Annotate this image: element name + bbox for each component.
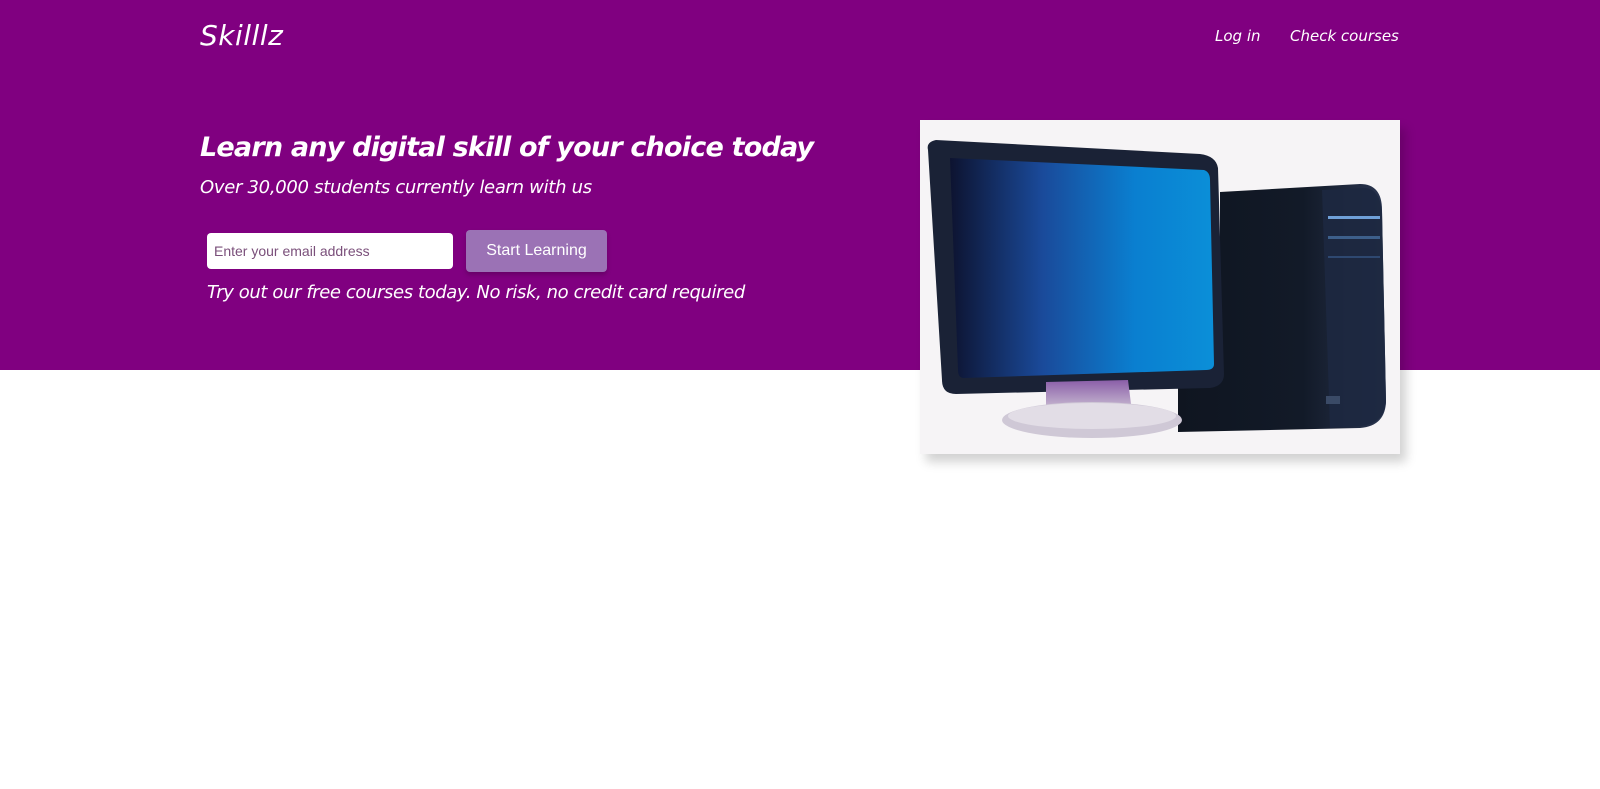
- logo[interactable]: Skilllz: [200, 19, 283, 52]
- start-learning-button[interactable]: Start Learning: [466, 230, 607, 272]
- hero-headline: Learn any digital skill of your choice t…: [200, 132, 814, 163]
- desktop-computer-image: [920, 120, 1400, 454]
- email-input[interactable]: [207, 233, 453, 269]
- desktop-computer-icon: [927, 140, 1386, 438]
- nav-check-courses-link[interactable]: Check courses: [1290, 27, 1399, 45]
- nav-login-link[interactable]: Log in: [1215, 27, 1261, 45]
- hero-subheadline: Over 30,000 students currently learn wit…: [200, 177, 592, 198]
- hero-note: Try out our free courses today. No risk,…: [207, 282, 745, 303]
